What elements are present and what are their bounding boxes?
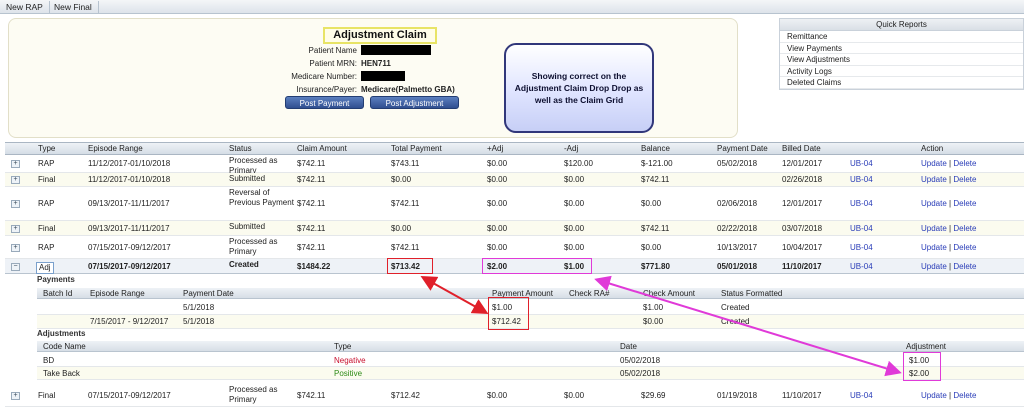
magenta-arrow: [594, 275, 902, 377]
red-arrow: [420, 276, 489, 314]
annotation-arrows: [420, 275, 902, 377]
